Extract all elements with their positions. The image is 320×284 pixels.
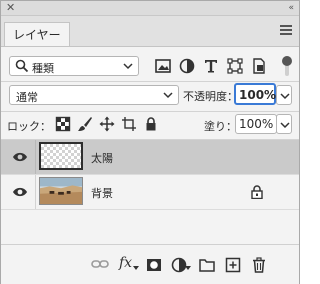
new-group-folder-icon[interactable] xyxy=(199,257,215,273)
filter-kind-select[interactable]: 種類 xyxy=(9,56,139,76)
add-layer-mask-icon[interactable] xyxy=(146,257,162,273)
close-panel-icon[interactable]: ✕ xyxy=(6,1,15,15)
lock-transparent-pixels-icon[interactable] xyxy=(55,116,71,132)
opacity-value: 100% xyxy=(239,88,277,102)
filter-kind-label: 種類 xyxy=(32,62,54,75)
divider xyxy=(1,111,299,112)
new-layer-icon[interactable] xyxy=(225,257,241,273)
lock-image-pixels-icon[interactable] xyxy=(77,116,93,132)
panel-title-bar: ✕ « xyxy=(1,1,299,16)
shape-filter-icon[interactable] xyxy=(227,58,243,74)
fill-input[interactable]: 100% xyxy=(235,114,277,134)
panel-menu-icon[interactable] xyxy=(280,25,292,35)
fx-chevron-icon xyxy=(133,266,139,270)
visibility-eye-icon[interactable] xyxy=(12,186,28,198)
smart-object-filter-icon[interactable] xyxy=(251,58,267,74)
layer-list: 太陽 背景 xyxy=(1,140,299,244)
lock-label: ロック： xyxy=(7,120,51,133)
opacity-label: 不透明度： xyxy=(183,90,238,103)
layer-row-haikei[interactable]: 背景 xyxy=(1,175,299,209)
visibility-eye-icon[interactable] xyxy=(12,151,28,163)
tab-strip: レイヤー xyxy=(1,16,299,47)
opacity-input[interactable]: 100% xyxy=(234,83,276,105)
bottom-toolbar: fx xyxy=(1,244,299,284)
type-filter-icon[interactable] xyxy=(203,58,219,74)
chevron-down-icon xyxy=(280,93,290,100)
divider xyxy=(1,81,299,82)
chevron-down-icon xyxy=(123,63,133,70)
adjustment-chevron-icon xyxy=(185,266,191,270)
layer-row-taiyou[interactable]: 太陽 xyxy=(1,140,299,174)
chevron-down-icon xyxy=(163,92,173,99)
lock-all-icon[interactable] xyxy=(143,116,159,132)
blend-mode-select[interactable]: 通常 xyxy=(9,85,179,105)
fill-label: 塗り： xyxy=(204,120,237,133)
layer-thumbnail-desert-photo xyxy=(39,177,83,205)
image-filter-icon[interactable] xyxy=(155,58,171,74)
collapse-panel-icon[interactable]: « xyxy=(288,1,293,15)
layer-thumbnail-transparent xyxy=(39,142,83,170)
layer-divider xyxy=(35,140,36,174)
filter-toggle-switch[interactable] xyxy=(281,56,293,76)
adjustment-filter-icon[interactable] xyxy=(179,58,195,74)
search-icon xyxy=(15,59,29,73)
layers-panel: ✕ « レイヤー 種類 通常 不透明度： 100% ロック： 塗り： 100% … xyxy=(0,0,300,284)
blend-mode-value: 通常 xyxy=(16,91,38,104)
divider xyxy=(1,209,299,210)
fill-dropdown-button[interactable] xyxy=(276,114,292,134)
layer-name[interactable]: 背景 xyxy=(91,185,113,201)
opacity-dropdown-button[interactable] xyxy=(276,85,292,105)
fill-value: 100% xyxy=(239,117,274,131)
link-layers-icon[interactable] xyxy=(91,258,109,270)
chevron-down-icon xyxy=(280,122,290,129)
layer-style-fx-icon[interactable]: fx xyxy=(119,255,132,271)
delete-layer-trash-icon[interactable] xyxy=(251,257,267,273)
layer-lock-icon[interactable] xyxy=(251,185,263,199)
lock-position-icon[interactable] xyxy=(99,116,115,132)
layer-name[interactable]: 太陽 xyxy=(91,150,113,166)
tab-layers[interactable]: レイヤー xyxy=(4,22,70,46)
lock-artboard-icon[interactable] xyxy=(121,116,137,132)
layer-divider xyxy=(35,175,36,209)
